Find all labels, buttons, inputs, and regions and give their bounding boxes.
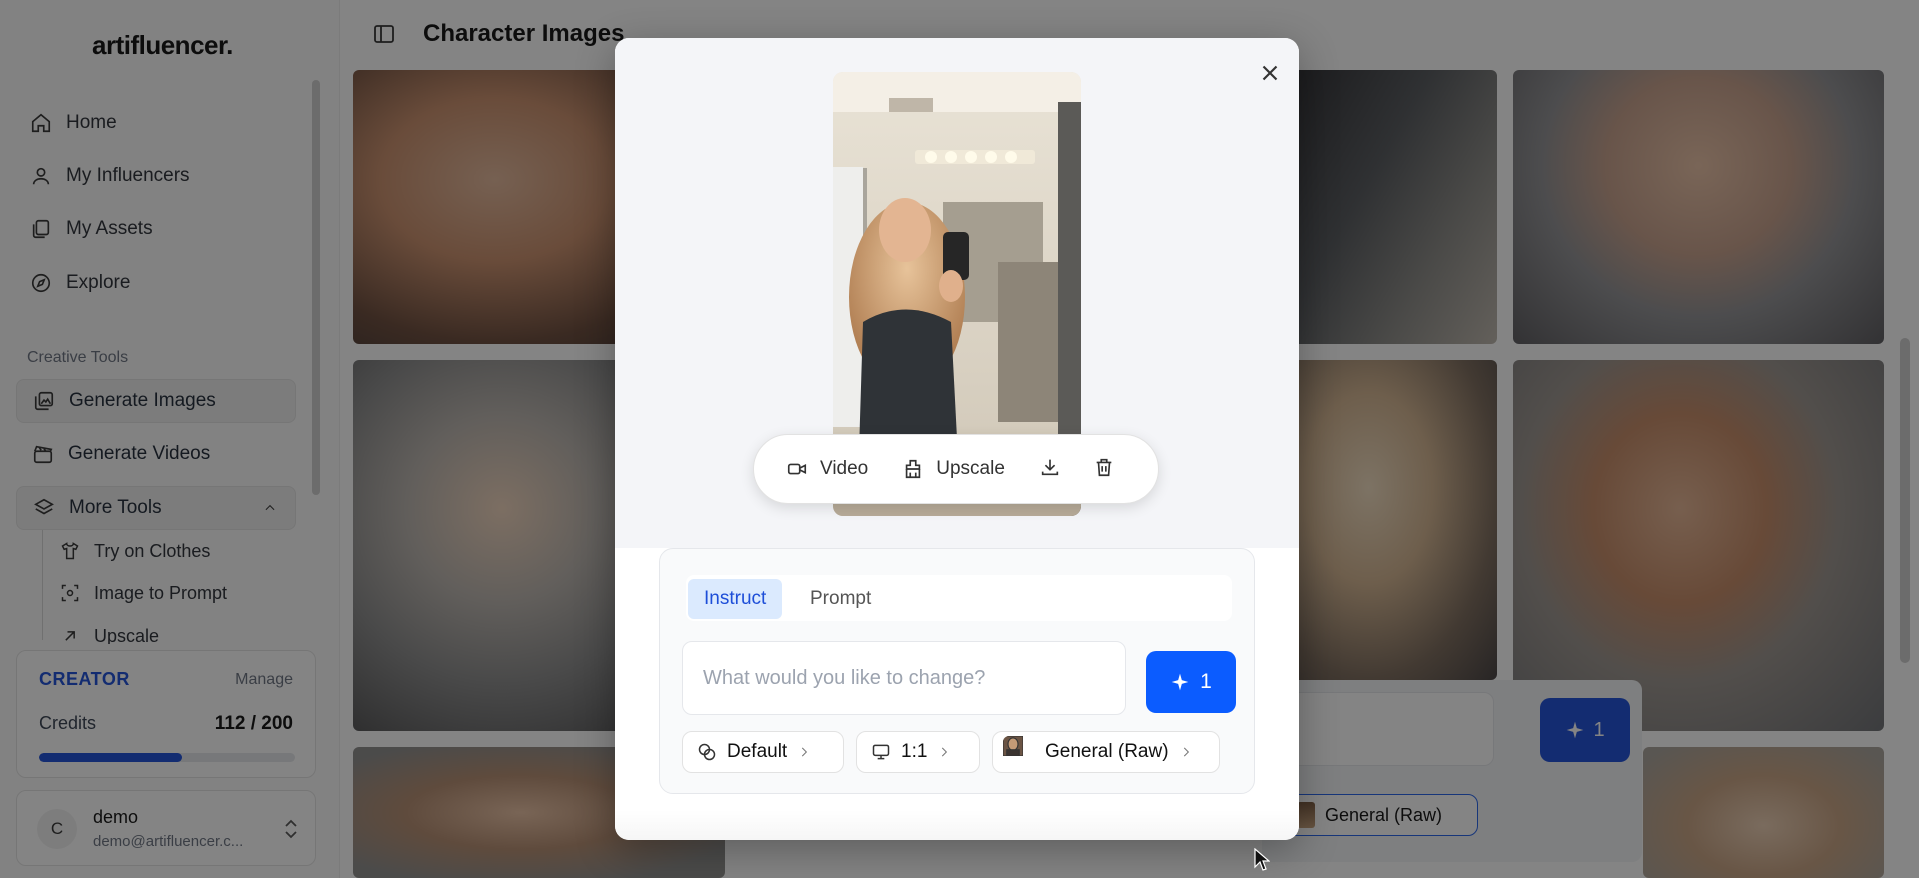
upscale-button-label: Upscale — [936, 458, 1005, 479]
mouse-cursor-icon — [1254, 848, 1270, 871]
instruction-input[interactable] — [682, 641, 1126, 715]
model-chip-label: General (Raw) — [1045, 741, 1169, 762]
chevron-right-icon — [1183, 747, 1189, 757]
overlap-circles-icon — [698, 743, 716, 761]
mode-tabs: Instruct Prompt — [686, 575, 1232, 621]
model-thumbnail — [1003, 736, 1035, 768]
modal-footer — [615, 810, 1299, 840]
upscale-button[interactable]: Upscale — [902, 458, 1005, 480]
download-button[interactable] — [1039, 456, 1061, 483]
generate-count: 1 — [1200, 670, 1212, 693]
download-icon — [1041, 459, 1059, 475]
model-chip[interactable]: General (Raw) — [992, 731, 1220, 773]
chevron-right-icon — [942, 747, 948, 757]
monitor-icon — [872, 744, 890, 760]
upscale-brush-icon — [906, 459, 921, 479]
tab-prompt[interactable]: Prompt — [794, 579, 887, 619]
aspect-ratio-chip[interactable]: 1:1 — [856, 731, 980, 773]
delete-button[interactable] — [1093, 456, 1115, 483]
generate-button[interactable]: 1 — [1146, 651, 1236, 713]
video-camera-icon — [787, 463, 807, 475]
video-button[interactable]: Video — [786, 458, 868, 480]
style-chip[interactable]: Default — [682, 731, 844, 773]
aspect-ratio-label: 1:1 — [901, 741, 928, 762]
trash-icon — [1096, 458, 1112, 476]
close-icon[interactable] — [1257, 60, 1283, 86]
sparkle-icon — [1171, 673, 1189, 691]
tab-instruct[interactable]: Instruct — [688, 579, 783, 619]
chevron-right-icon — [802, 747, 808, 757]
style-chip-label: Default — [727, 741, 788, 762]
model-thumbnail-illustration — [1003, 736, 1024, 757]
video-button-label: Video — [820, 458, 869, 479]
edit-panel: Instruct Prompt 1 Default 1:1 General (R… — [659, 548, 1255, 794]
image-edit-modal: Video Upscale Instruct Prompt 1 Default — [615, 38, 1299, 840]
image-action-bar: Video Upscale — [753, 434, 1159, 504]
